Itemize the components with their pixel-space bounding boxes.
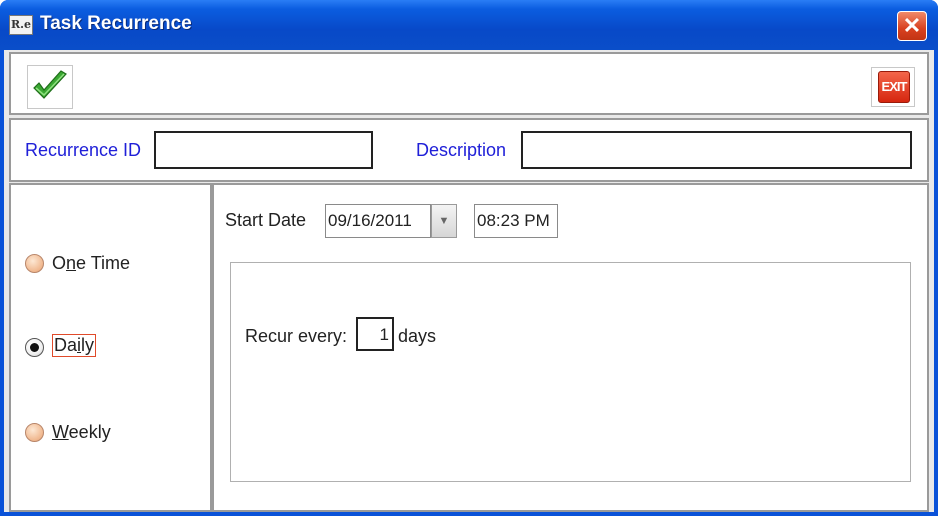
start-time-field[interactable]: 08:23 PM bbox=[474, 204, 558, 238]
close-button[interactable]: ✕ bbox=[897, 11, 927, 41]
chevron-down-icon: ▼ bbox=[438, 215, 450, 227]
close-icon: ✕ bbox=[902, 13, 922, 38]
window-title: Task Recurrence bbox=[40, 13, 192, 34]
date-dropdown-button[interactable]: ▼ bbox=[431, 204, 457, 238]
exit-icon: EXIT bbox=[878, 71, 910, 103]
radio-label-one-time: One Time bbox=[52, 253, 131, 273]
recurrence-options-box bbox=[230, 262, 911, 482]
radio-icon[interactable] bbox=[25, 254, 44, 273]
radio-label-daily: Daily bbox=[52, 334, 97, 357]
recurrence-id-label: Recurrence ID bbox=[25, 140, 142, 160]
recur-unit-label: days bbox=[398, 326, 437, 346]
radio-selected-icon[interactable] bbox=[25, 338, 44, 357]
radio-icon[interactable] bbox=[25, 423, 44, 442]
recur-every-input[interactable]: 1 bbox=[356, 317, 394, 351]
start-date-field[interactable]: 09/16/2011 bbox=[325, 204, 431, 238]
title-bar[interactable]: R.e Task Recurrence ✕ bbox=[0, 0, 938, 50]
confirm-button[interactable] bbox=[27, 65, 73, 109]
checkmark-icon bbox=[33, 70, 67, 99]
recur-every-label: Recur every: bbox=[245, 326, 348, 346]
radio-label-weekly: Weekly bbox=[52, 422, 111, 442]
app-icon: R.e bbox=[9, 15, 33, 35]
exit-button[interactable]: EXIT bbox=[871, 67, 915, 107]
toolbar: EXIT bbox=[9, 52, 929, 115]
description-input[interactable] bbox=[521, 131, 912, 169]
description-label: Description bbox=[416, 140, 507, 160]
recurrence-id-input[interactable] bbox=[154, 131, 373, 169]
start-date-label: Start Date bbox=[225, 210, 307, 230]
identification-panel: Recurrence ID Description bbox=[9, 118, 929, 182]
